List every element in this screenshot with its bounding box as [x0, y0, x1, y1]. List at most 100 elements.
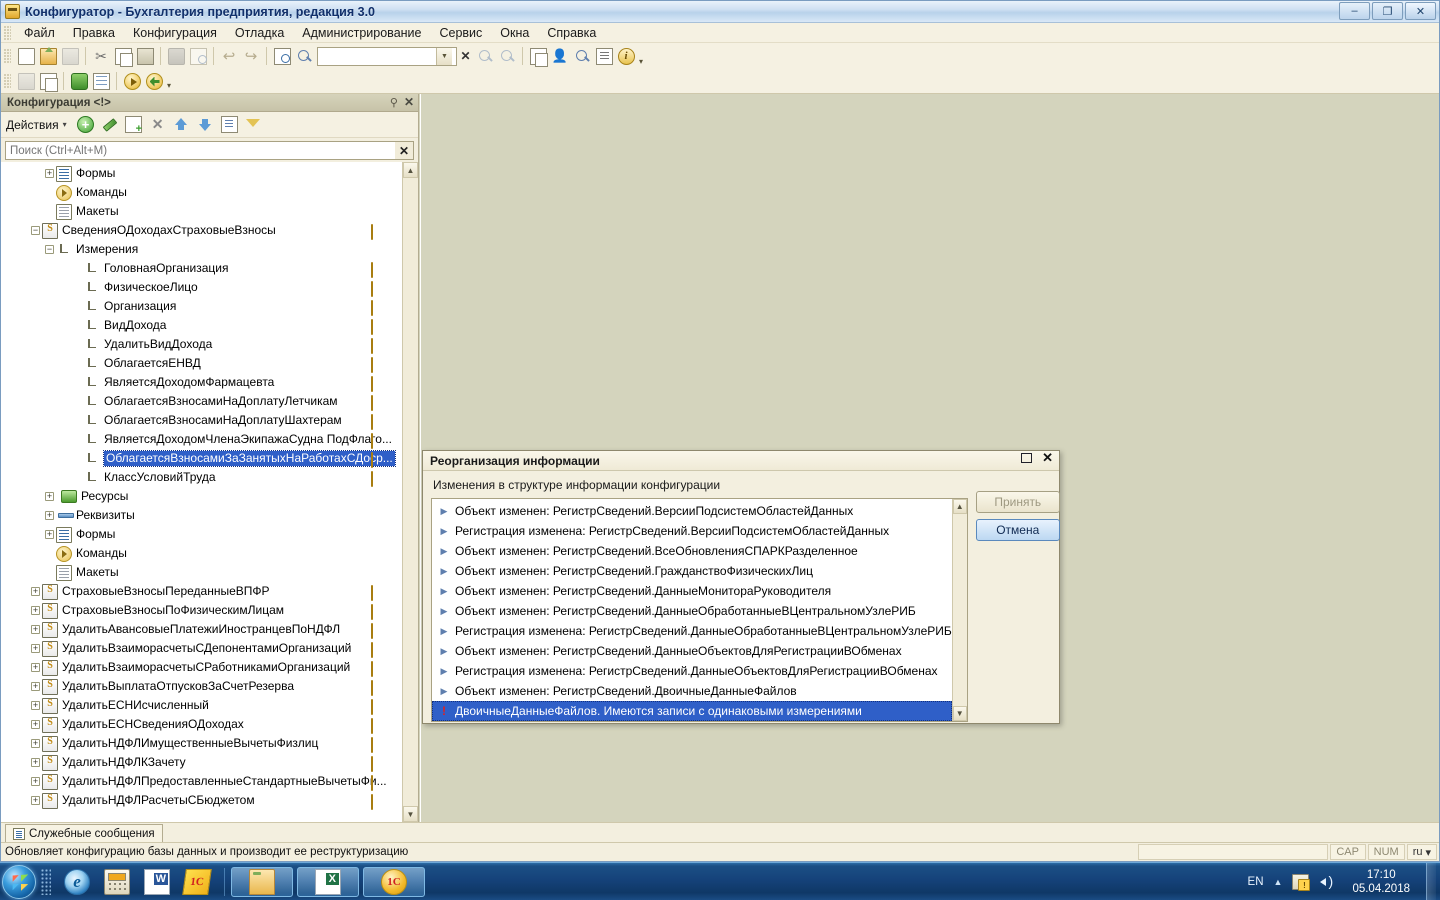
change-list-item[interactable]: ▶ Объект изменен: РегистрСведений.ДанныеО…	[432, 601, 952, 621]
configuration-search-input[interactable]	[6, 142, 395, 159]
expand-icon[interactable]: +	[43, 490, 56, 503]
tree-item[interactable]: + Формы	[1, 164, 402, 183]
tree-item[interactable]: + Ресурсы	[1, 487, 402, 506]
tree-item[interactable]: ОблагаетсяВзносамиНаДоплатуЛетчикам	[1, 392, 402, 411]
add-button[interactable]	[75, 114, 97, 136]
user-button[interactable]: 👤	[549, 45, 571, 67]
database-button[interactable]	[68, 70, 90, 92]
tree-item[interactable]: + УдалитьЕСНСведенияОДоходах	[1, 715, 402, 734]
info-button[interactable]	[615, 45, 637, 67]
internet-explorer-icon[interactable]	[64, 868, 90, 895]
copy-button[interactable]	[112, 45, 134, 67]
menu-service[interactable]: Сервис	[430, 24, 491, 42]
toolbar-overflow-icon[interactable]: ▾	[639, 57, 643, 69]
tray-language[interactable]: EN	[1248, 876, 1264, 888]
menu-administration[interactable]: Администрирование	[293, 24, 430, 42]
change-list-item[interactable]: ▶ Объект изменен: РегистрСведений.ВерсииП…	[432, 501, 952, 521]
cancel-button[interactable]: Отмена	[975, 519, 1060, 541]
change-list-item[interactable]: ▶ Регистрация изменена: РегистрСведений.Д…	[432, 621, 952, 641]
find-prev-button[interactable]	[474, 45, 496, 67]
expand-icon[interactable]: +	[29, 604, 42, 617]
configuration-search[interactable]: ✕	[5, 141, 414, 160]
tree-item[interactable]: ОблагаетсяВзносамиНаДоплатуШахтерам	[1, 411, 402, 430]
tray-clock[interactable]: 17:10 05.04.2018	[1346, 868, 1416, 896]
expand-icon[interactable]: +	[29, 661, 42, 674]
change-list-item[interactable]: ! ДвоичныеДанныеФайлов. Имеются записи с …	[432, 701, 952, 721]
edit-button[interactable]	[99, 114, 121, 136]
menu-windows[interactable]: Окна	[491, 24, 538, 42]
toolbar-gripper[interactable]	[4, 74, 11, 88]
tree-item[interactable]: ГоловнаяОрганизация	[1, 259, 402, 278]
toolbar-overflow-icon[interactable]: ▾	[167, 81, 171, 93]
tree-item[interactable]: Макеты	[1, 563, 402, 582]
expand-icon[interactable]: +	[29, 623, 42, 636]
tree-item[interactable]: + УдалитьНДФЛПредоставленныеСтандартныеВы…	[1, 772, 402, 791]
scrollbar-track[interactable]	[953, 514, 967, 706]
tree-item[interactable]: УдалитьВидДохода	[1, 335, 402, 354]
print-button[interactable]	[165, 45, 187, 67]
collapse-icon[interactable]: −	[29, 224, 42, 237]
expand-icon[interactable]: +	[29, 642, 42, 655]
tree-item[interactable]: + УдалитьНДФЛИмущественныеВычетыФизлиц	[1, 734, 402, 753]
tree-item[interactable]: ОблагаетсяЕНВД	[1, 354, 402, 373]
start-debug-fast-button[interactable]	[143, 70, 165, 92]
change-list-item[interactable]: ▶ Объект изменен: РегистрСведений.Двоичны…	[432, 681, 952, 701]
menu-file[interactable]: Файл	[15, 24, 64, 42]
open-button[interactable]	[37, 45, 59, 67]
clear-search-icon[interactable]: ✕	[395, 142, 413, 159]
changes-list[interactable]: ▶ Объект изменен: РегистрСведений.ВерсииП…	[432, 499, 952, 721]
menu-help[interactable]: Справка	[538, 24, 605, 42]
scrollbar-track[interactable]	[403, 178, 418, 806]
blank-button[interactable]	[15, 70, 37, 92]
tree-item[interactable]: + УдалитьНДФЛКЗачету	[1, 753, 402, 772]
delete-button[interactable]: ✕	[147, 114, 169, 136]
taskbar-button-onec[interactable]	[363, 866, 425, 897]
volume-icon[interactable]	[1319, 873, 1336, 890]
menu-debug[interactable]: Отладка	[226, 24, 293, 42]
table-button[interactable]	[90, 70, 112, 92]
toolbar-gripper[interactable]	[4, 49, 11, 63]
calculator-icon[interactable]	[104, 868, 130, 895]
change-list-item[interactable]: ▶ Объект изменен: РегистрСведений.ДанныеО…	[432, 641, 952, 661]
paste-button[interactable]	[134, 45, 156, 67]
menu-configuration[interactable]: Конфигурация	[124, 24, 226, 42]
find-next-button[interactable]	[496, 45, 518, 67]
tree-item[interactable]: + УдалитьВзаиморасчетыСДепонентамиОрганиз…	[1, 639, 402, 658]
collapse-icon[interactable]: −	[43, 243, 56, 256]
clear-search-icon[interactable]: ✕	[457, 47, 474, 66]
print-preview-button[interactable]	[187, 45, 209, 67]
taskbar-button-explorer[interactable]	[231, 866, 293, 897]
expand-icon[interactable]: +	[29, 794, 42, 807]
syntax-help-button[interactable]	[571, 45, 593, 67]
save-button[interactable]	[59, 45, 81, 67]
tree-item[interactable]: + СтраховыеВзносыПоФизическимЛицам	[1, 601, 402, 620]
onec-v7-icon[interactable]	[182, 868, 212, 895]
maximize-icon[interactable]	[1021, 453, 1033, 463]
redo-button[interactable]: ↪	[240, 45, 262, 67]
scroll-down-icon[interactable]: ▼	[952, 706, 967, 721]
scroll-up-icon[interactable]: ▲	[403, 162, 418, 178]
action-center-warning-icon[interactable]	[1292, 874, 1311, 891]
expand-icon[interactable]: +	[29, 680, 42, 693]
taskbar-button-excel[interactable]	[297, 866, 359, 897]
taskbar-gripper[interactable]	[41, 868, 51, 895]
tree-item[interactable]: + УдалитьВыплатаОтпусковЗаСчетРезерва	[1, 677, 402, 696]
tree-item[interactable]: − Измерения	[1, 240, 402, 259]
list-button[interactable]	[219, 114, 241, 136]
chevron-down-icon[interactable]: ▾	[63, 120, 67, 129]
change-list-item[interactable]: ▶ Регистрация изменена: РегистрСведений.В…	[432, 521, 952, 541]
tree-item[interactable]: + УдалитьАвансовыеПлатежиИностранцевПоНДФ…	[1, 620, 402, 639]
chevron-up-icon[interactable]: ▲	[1274, 877, 1283, 887]
expand-icon[interactable]: +	[43, 509, 56, 522]
accept-button[interactable]: Принять	[975, 491, 1060, 513]
tree-item[interactable]: ЯвляетсяДоходомЧленаЭкипажаСудна ПодФлаг…	[1, 430, 402, 449]
tree-item[interactable]: Команды	[1, 544, 402, 563]
move-down-button[interactable]	[195, 114, 217, 136]
close-icon[interactable]: ✕	[1042, 451, 1053, 464]
new-document-button[interactable]	[15, 45, 37, 67]
tree-item[interactable]: − СведенияОДоходахСтраховыеВзносы	[1, 221, 402, 240]
status-language-selector[interactable]: ru ▾	[1406, 844, 1437, 860]
journal-button[interactable]	[593, 45, 615, 67]
expand-icon[interactable]: +	[29, 775, 42, 788]
magnifier-button[interactable]	[293, 45, 315, 67]
